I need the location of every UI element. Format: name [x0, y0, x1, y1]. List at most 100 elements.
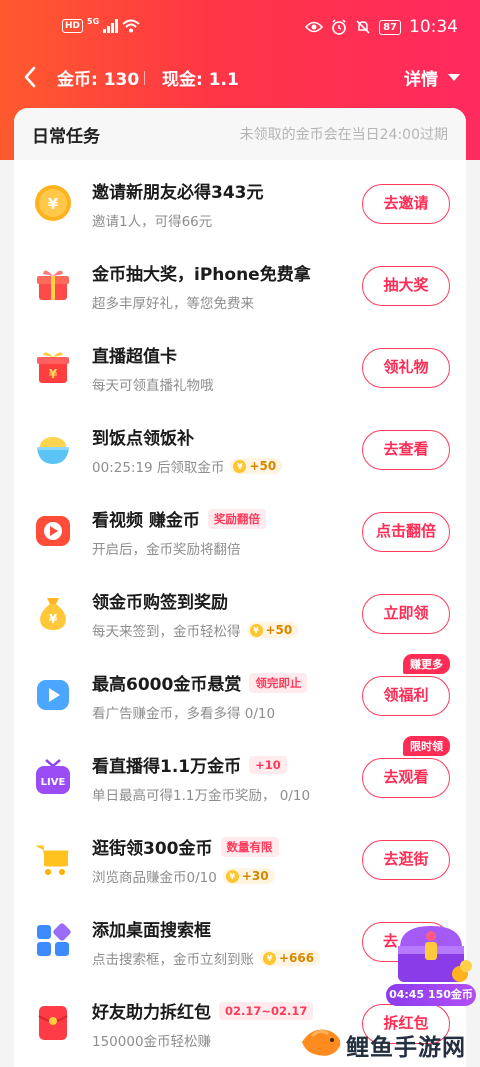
- reward-chip: ¥ +50: [246, 622, 299, 638]
- app-grid-icon: [37, 923, 71, 956]
- fish-logo-icon: [302, 1029, 341, 1056]
- task-title: 到饭点领饭补: [92, 424, 194, 449]
- task-row: 逛街领300金币 数量有限 浏览商品赚金币0/10 ¥ +30 去逛街: [14, 820, 466, 902]
- shopping-cart-icon: [36, 845, 69, 875]
- task-tag: 02.17~02.17: [219, 1001, 314, 1020]
- reward-amount: +50: [249, 459, 277, 473]
- task-subtitle: 看广告赚金币，多看多得 0/10: [92, 702, 275, 722]
- treasure-chest-widget[interactable]: 04:45 150金币: [386, 918, 476, 1010]
- alarm-icon: [332, 19, 346, 35]
- task-subtitle: 点击搜索框，金币立刻到账 ¥ +666: [92, 948, 321, 968]
- task-title: 金币抽大奖，iPhone免费拿: [92, 260, 311, 285]
- wifi-icon: [121, 19, 140, 33]
- hd-indicator: HD: [62, 19, 84, 33]
- status-bar: HD 5G 87 10:34: [0, 0, 480, 56]
- coin-yen-icon: ¥: [35, 185, 71, 221]
- task-tag: +10: [249, 755, 287, 774]
- task-title-text: 看直播得1.1万金币: [92, 757, 242, 777]
- reward-chip: ¥ +666: [260, 950, 321, 966]
- red-envelope-icon: [38, 1006, 68, 1040]
- task-title: 逛街领300金币 数量有限: [92, 834, 279, 859]
- earn-more-badge: 赚更多: [403, 654, 450, 674]
- task-subtitle-text: 00:25:19 后领取金币: [92, 460, 225, 476]
- mute-bell-icon: [356, 20, 370, 34]
- task-title-text: 看视频 赚金币: [92, 511, 200, 531]
- welfare-button[interactable]: 领福利: [362, 676, 450, 716]
- dropdown-triangle-icon: [448, 74, 460, 81]
- task-row: ¥ 领金币购签到奖励 每天来签到，金币轻松得 ¥ +50 立即领: [14, 574, 466, 656]
- task-row: ¥ 直播超值卡 每天可领直播礼物哦 领礼物: [14, 328, 466, 410]
- svg-text:¥: ¥: [48, 195, 59, 213]
- treasure-chest-icon: [398, 926, 472, 982]
- coin-icon: ¥: [263, 951, 276, 965]
- top-bar: 金币: 130 现金: 1.1 详情: [0, 56, 480, 100]
- task-row: 金币抽大奖，iPhone免费拿 超多丰厚好礼，等您免费来 抽大奖: [14, 246, 466, 328]
- task-row: LIVE 看直播得1.1万金币 +10 单日最高可得1.1万金币奖励， 0/10 …: [14, 736, 466, 820]
- task-tag: 领完即止: [249, 672, 308, 693]
- watermark: 鲤鱼手游网: [296, 1018, 480, 1067]
- detail-dropdown[interactable]: 详情: [404, 65, 460, 90]
- task-subtitle-text: 单日最高可得1.1万金币奖励， 0/10: [92, 788, 311, 804]
- double-reward-button[interactable]: 点击翻倍: [362, 512, 450, 552]
- task-subtitle-text: 邀请1人，可得66元: [92, 214, 213, 230]
- task-subtitle: 邀请1人，可得66元: [92, 210, 212, 230]
- task-title: 邀请新朋友必得343元: [92, 178, 264, 203]
- task-title-text: 到饭点领饭补: [92, 429, 194, 449]
- task-subtitle: 开启后，金币奖励将翻倍: [92, 538, 241, 558]
- task-subtitle: 超多丰厚好礼，等您免费来: [92, 292, 254, 312]
- task-title-text: 最高6000金币悬赏: [92, 675, 242, 695]
- svg-text:LIVE: LIVE: [41, 777, 66, 788]
- task-subtitle-text: 开启后，金币奖励将翻倍: [92, 542, 241, 558]
- coin-icon: ¥: [249, 623, 263, 637]
- svg-text:¥: ¥: [49, 367, 58, 381]
- limited-time-badge: 限时领: [403, 736, 450, 756]
- shop-button[interactable]: 去逛街: [362, 840, 450, 880]
- section-title: 日常任务: [32, 127, 100, 147]
- task-title: 领金币购签到奖励: [92, 588, 228, 613]
- task-subtitle-text: 150000金币轻松赚: [92, 1034, 212, 1050]
- task-row: ¥ 邀请新朋友必得343元 邀请1人，可得66元 去邀请: [14, 164, 466, 246]
- claim-now-button[interactable]: 立即领: [362, 594, 450, 634]
- coin-icon: ¥: [233, 459, 247, 473]
- live-tv-icon: LIVE: [36, 759, 70, 794]
- task-title-text: 领金币购签到奖励: [92, 593, 228, 613]
- task-subtitle: 00:25:19 后领取金币 ¥ +50: [92, 456, 283, 476]
- status-right: 87 10:34: [305, 17, 458, 37]
- invite-button[interactable]: 去邀请: [362, 184, 450, 224]
- task-subtitle-text: 每天可领直播礼物哦: [92, 378, 214, 394]
- cash-balance: 现金: 1.1: [162, 70, 239, 90]
- task-subtitle: 浏览商品赚金币0/10 ¥ +30: [92, 866, 275, 886]
- task-subtitle: 每天来签到，金币轻松得 ¥ +50: [92, 620, 299, 640]
- reward-amount: +30: [241, 869, 269, 883]
- blue-play-icon: [37, 680, 69, 710]
- network-type: 5G: [87, 16, 100, 26]
- task-title-text: 逛街领300金币: [92, 839, 213, 859]
- task-subtitle-text: 超多丰厚好礼，等您免费来: [92, 296, 254, 312]
- task-title-text: 金币抽大奖，iPhone免费拿: [92, 265, 311, 285]
- svg-text:¥: ¥: [49, 612, 58, 626]
- task-subtitle: 150000金币轻松赚: [92, 1030, 211, 1050]
- back-arrow-icon[interactable]: [20, 64, 42, 90]
- task-title: 最高6000金币悬赏 领完即止: [92, 670, 308, 695]
- watch-button[interactable]: 去观看: [362, 758, 450, 798]
- coin-icon: ¥: [225, 869, 239, 883]
- reward-chip: ¥ +30: [222, 868, 275, 884]
- expiry-note: 未领取的金币会在当日24:00过期: [239, 127, 448, 143]
- eye-icon: [305, 21, 324, 33]
- task-subtitle-text: 看广告赚金币，多看多得 0/10: [92, 706, 276, 722]
- task-subtitle: 单日最高可得1.1万金币奖励， 0/10: [92, 784, 310, 804]
- task-title: 添加桌面搜索框: [92, 916, 211, 941]
- status-left: HD 5G: [62, 16, 140, 33]
- battery-indicator: 87: [379, 19, 401, 35]
- task-title: 看直播得1.1万金币 +10: [92, 752, 287, 777]
- divider: [144, 71, 145, 85]
- lottery-button[interactable]: 抽大奖: [362, 266, 450, 306]
- task-subtitle-text: 点击搜索框，金币立刻到账: [92, 952, 254, 968]
- task-title-text: 直播超值卡: [92, 347, 177, 367]
- video-play-icon: [36, 516, 70, 546]
- task-title: 直播超值卡: [92, 342, 177, 367]
- detail-label: 详情: [404, 70, 438, 90]
- claim-gift-button[interactable]: 领礼物: [362, 348, 450, 388]
- coin-balance: 金币: 130: [57, 70, 140, 90]
- view-button[interactable]: 去查看: [362, 430, 450, 470]
